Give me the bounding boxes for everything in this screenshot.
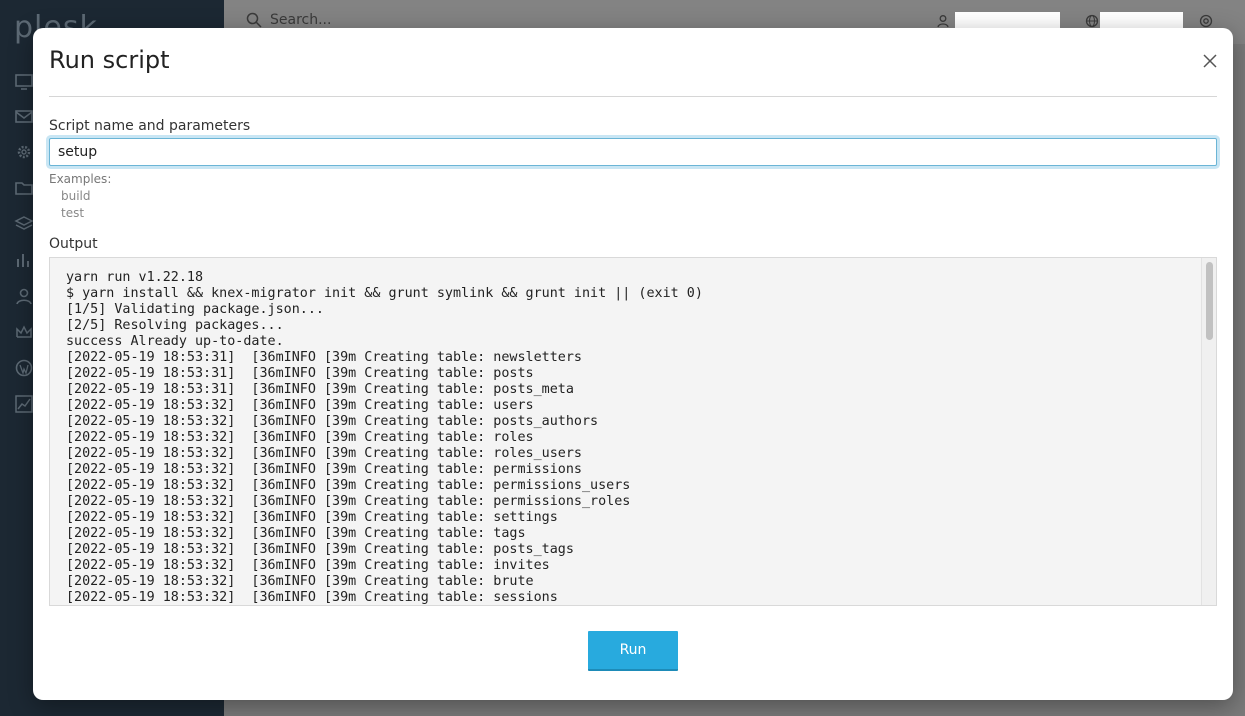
output-line: [2022-05-19 18:53:32] [36mINFO [39m Crea… bbox=[66, 446, 582, 461]
output-line: [2022-05-19 18:53:31] [36mINFO [39m Crea… bbox=[66, 350, 582, 365]
output-line: success Already up-to-date. bbox=[66, 334, 284, 349]
output-line: [2022-05-19 18:53:32] [36mINFO [39m Crea… bbox=[66, 590, 558, 605]
modal-overlay: Run script Script name and parameters Ex… bbox=[0, 0, 1245, 716]
close-icon[interactable] bbox=[1201, 52, 1219, 70]
output-line: [2022-05-19 18:53:32] [36mINFO [39m Crea… bbox=[66, 574, 534, 589]
output-line: [2022-05-19 18:53:32] [36mINFO [39m Crea… bbox=[66, 478, 631, 493]
run-button[interactable]: Run bbox=[588, 631, 678, 671]
output-line: [2022-05-19 18:53:32] [36mINFO [39m Crea… bbox=[66, 398, 534, 413]
scrollbar-thumb[interactable] bbox=[1206, 262, 1213, 340]
examples-label: Examples: bbox=[49, 172, 112, 186]
title-divider bbox=[49, 96, 1217, 97]
output-line: [2022-05-19 18:53:32] [36mINFO [39m Crea… bbox=[66, 462, 582, 477]
output-label: Output bbox=[49, 236, 98, 252]
output-line: [2022-05-19 18:53:32] [36mINFO [39m Crea… bbox=[66, 414, 599, 429]
output-line: [2022-05-19 18:53:31] [36mINFO [39m Crea… bbox=[66, 366, 534, 381]
output-line: [1/5] Validating package.json... bbox=[66, 302, 324, 317]
dialog-title: Run script bbox=[49, 46, 170, 74]
output-line: [2022-05-19 18:53:32] [36mINFO [39m Crea… bbox=[66, 494, 631, 509]
output-line: [2/5] Resolving packages... bbox=[66, 318, 284, 333]
output-text: yarn run v1.22.18 $ yarn install && knex… bbox=[66, 270, 703, 605]
output-line: [2022-05-19 18:53:32] [36mINFO [39m Crea… bbox=[66, 526, 526, 541]
output-line: yarn run v1.22.18 bbox=[66, 270, 204, 285]
output-line: [2022-05-19 18:53:32] [36mINFO [39m Crea… bbox=[66, 430, 534, 445]
output-console[interactable]: yarn run v1.22.18 $ yarn install && knex… bbox=[49, 257, 1217, 606]
example-item: test bbox=[61, 206, 85, 220]
output-line: [2022-05-19 18:53:31] [36mINFO [39m Crea… bbox=[66, 382, 574, 397]
run-script-dialog: Run script Script name and parameters Ex… bbox=[33, 28, 1233, 700]
example-item: build bbox=[61, 189, 91, 203]
output-line: $ yarn install && knex-migrator init && … bbox=[66, 286, 703, 301]
script-field-label: Script name and parameters bbox=[49, 118, 251, 134]
script-name-input[interactable] bbox=[49, 138, 1217, 166]
output-line: [2022-05-19 18:53:32] [36mINFO [39m Crea… bbox=[66, 558, 550, 573]
output-scrollbar[interactable] bbox=[1201, 258, 1216, 605]
output-line: [2022-05-19 18:53:32] [36mINFO [39m Crea… bbox=[66, 510, 558, 525]
output-line: [2022-05-19 18:53:32] [36mINFO [39m Crea… bbox=[66, 542, 574, 557]
